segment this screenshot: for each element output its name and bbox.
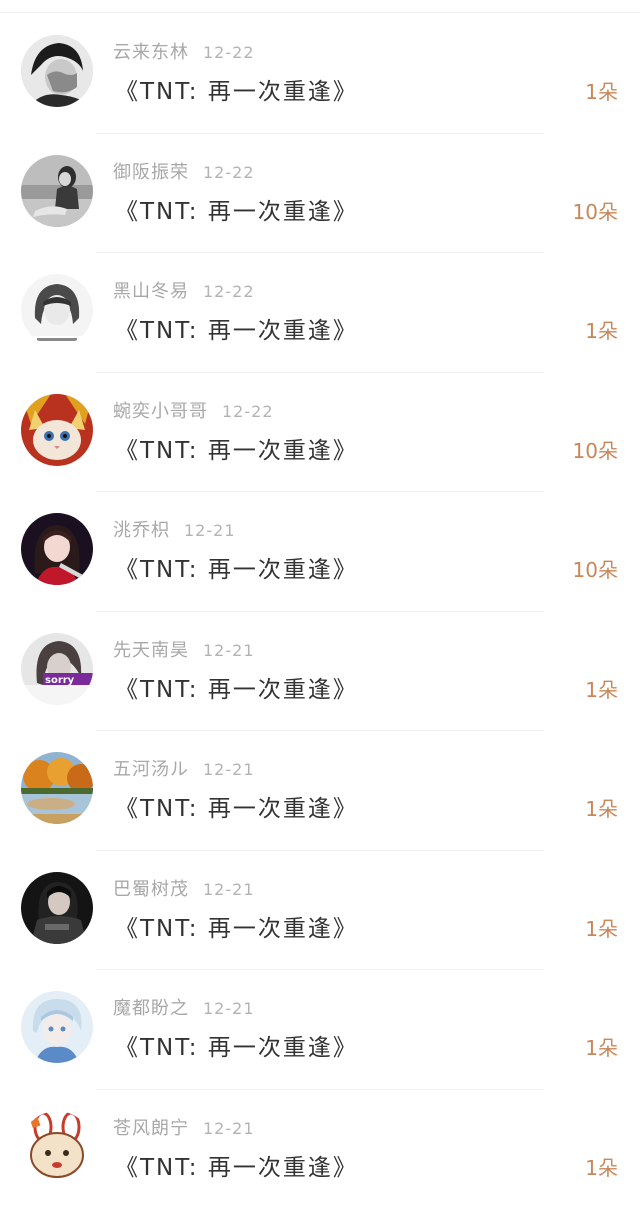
gift-book-title[interactable]: 《TNT: 再一次重逢》	[115, 72, 358, 106]
gift-date: 12-21	[203, 999, 255, 1018]
flower-count: 1朵	[585, 1152, 618, 1181]
sender-name[interactable]: 魔都盼之	[113, 998, 189, 1019]
sender-name[interactable]: 云来东林	[113, 42, 189, 63]
sender-info: 云来东林 12-22	[113, 38, 255, 64]
woman-covering-face-avatar-icon[interactable]	[21, 35, 93, 107]
autumn-lake-avatar-icon[interactable]	[21, 752, 93, 824]
cat-avatar-icon[interactable]	[21, 394, 93, 466]
flower-count: 1朵	[585, 674, 618, 703]
list-item[interactable]: 洮乔枳 12-21 《TNT: 再一次重逢》 10朵	[0, 492, 640, 612]
list-item[interactable]: 黑山冬易 12-22 《TNT: 再一次重逢》 1朵	[0, 253, 640, 373]
gift-book-title[interactable]: 《TNT: 再一次重逢》	[115, 1028, 358, 1062]
sender-info: 洮乔枳 12-21	[113, 516, 236, 542]
gift-date: 12-21	[184, 521, 236, 540]
list-item[interactable]: 巴蜀树茂 12-21 《TNT: 再一次重逢》 1朵	[0, 851, 640, 971]
sender-info: 巴蜀树茂 12-21	[113, 875, 255, 901]
gift-book-title[interactable]: 《TNT: 再一次重逢》	[115, 1148, 358, 1182]
sender-name[interactable]: 先天南昊	[113, 640, 189, 661]
gift-book-title[interactable]: 《TNT: 再一次重逢》	[115, 431, 358, 465]
sender-info: 蜿奕小哥哥 12-22	[113, 397, 274, 423]
sender-info: 黑山冬易 12-22	[113, 277, 255, 303]
girl-sketch-avatar-icon[interactable]	[21, 274, 93, 346]
sender-info: 苍风朗宁 12-21	[113, 1114, 255, 1140]
gift-date: 12-22	[203, 43, 255, 62]
list-item[interactable]: 蜿奕小哥哥 12-22 《TNT: 再一次重逢》 10朵	[0, 373, 640, 493]
sender-name[interactable]: 苍风朗宁	[113, 1118, 189, 1139]
gift-date: 12-21	[203, 1119, 255, 1138]
list-item[interactable]: 魔都盼之 12-21 《TNT: 再一次重逢》 1朵	[0, 970, 640, 1090]
gift-date: 12-21	[203, 880, 255, 899]
sender-info: 五河汤ル 12-21	[113, 755, 255, 781]
sender-name[interactable]: 黑山冬易	[113, 281, 189, 302]
list-item[interactable]: 御阪振荣 12-22 《TNT: 再一次重逢》 10朵	[0, 134, 640, 254]
gift-date: 12-22	[203, 163, 255, 182]
top-divider	[0, 12, 640, 13]
bunny-cartoon-avatar-icon[interactable]	[21, 1111, 93, 1183]
flower-count: 10朵	[573, 435, 618, 464]
sender-info: 先天南昊 12-21	[113, 636, 255, 662]
flower-count: 1朵	[585, 76, 618, 105]
svg-text:sorry: sorry	[45, 675, 75, 686]
gift-book-title[interactable]: 《TNT: 再一次重逢》	[115, 909, 358, 943]
sender-info: 魔都盼之 12-21	[113, 994, 255, 1020]
girl-red-avatar-icon[interactable]	[21, 513, 93, 585]
flower-count: 1朵	[585, 793, 618, 822]
armored-girl-avatar-icon[interactable]	[21, 872, 93, 944]
gift-book-title[interactable]: 《TNT: 再一次重逢》	[115, 670, 358, 704]
sender-info: 御阪振荣 12-22	[113, 158, 255, 184]
gift-date: 12-21	[203, 641, 255, 660]
sender-name[interactable]: 洮乔枳	[113, 520, 170, 541]
flower-count: 1朵	[585, 1032, 618, 1061]
sender-name[interactable]: 巴蜀树茂	[113, 879, 189, 900]
sender-name[interactable]: 御阪振荣	[113, 162, 189, 183]
list-item[interactable]: 云来东林 12-22 《TNT: 再一次重逢》 1朵	[0, 14, 640, 134]
anime-boy-avatar-icon[interactable]	[21, 991, 93, 1063]
list-item[interactable]: 苍风朗宁 12-21 《TNT: 再一次重逢》 1朵	[0, 1090, 640, 1209]
gift-date: 12-22	[203, 282, 255, 301]
flower-count: 10朵	[573, 196, 618, 225]
sender-name[interactable]: 五河汤ル	[113, 759, 189, 780]
sender-name[interactable]: 蜿奕小哥哥	[113, 401, 208, 422]
gift-record-list: 云来东林 12-22 《TNT: 再一次重逢》 1朵 御阪振荣 12-22 《TNT…	[0, 14, 640, 1209]
gift-date: 12-21	[203, 760, 255, 779]
list-item[interactable]: 五河汤ル 12-21 《TNT: 再一次重逢》 1朵	[0, 731, 640, 851]
flower-count: 1朵	[585, 913, 618, 942]
flower-count: 1朵	[585, 315, 618, 344]
girl-by-sea-avatar-icon[interactable]	[21, 155, 93, 227]
gift-book-title[interactable]: 《TNT: 再一次重逢》	[115, 311, 358, 345]
gift-book-title[interactable]: 《TNT: 再一次重逢》	[115, 192, 358, 226]
flower-count: 10朵	[573, 554, 618, 583]
gift-book-title[interactable]: 《TNT: 再一次重逢》	[115, 789, 358, 823]
sorry-girl-avatar-icon[interactable]: sorry	[21, 633, 93, 705]
gift-book-title[interactable]: 《TNT: 再一次重逢》	[115, 550, 358, 584]
list-item[interactable]: sorry 先天南昊 12-21 《TNT: 再一次重逢》 1朵	[0, 612, 640, 732]
gift-date: 12-22	[222, 402, 274, 421]
